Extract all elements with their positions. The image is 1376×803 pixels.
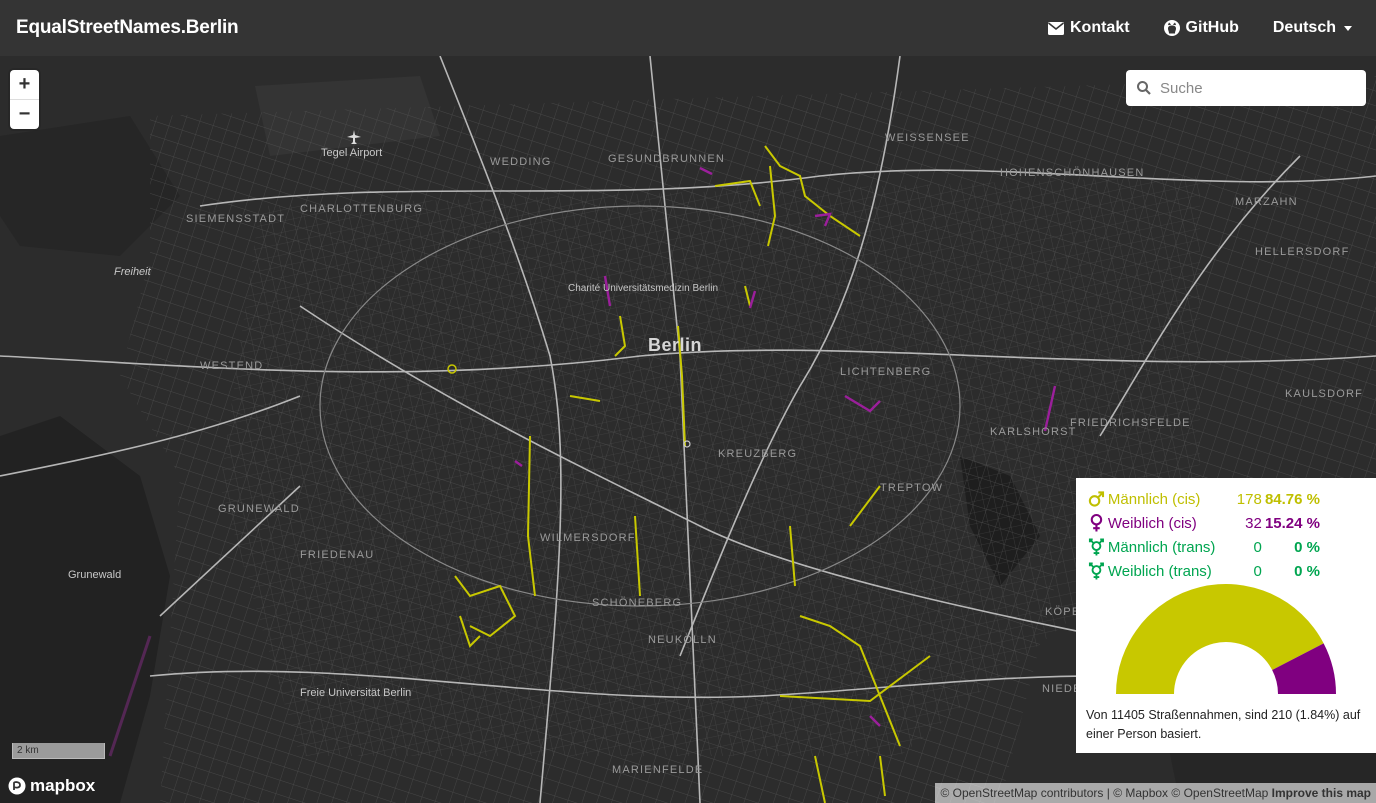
stat-row-male-cis: Männlich (cis) 178 84.76 % [1088, 488, 1320, 510]
map-label-karlshorst: KARLSHORST [990, 426, 1077, 438]
map-label-marzahn: MARZAHN [1235, 196, 1298, 208]
map-scale: 2 km [12, 743, 105, 759]
map-label-hohenschoenhausen: HOHENSCHÖNHAUSEN [1000, 167, 1145, 179]
stat-label: Männlich (trans) [1107, 538, 1216, 556]
map-label-berlin: Berlin [648, 335, 703, 355]
summary-text: Von 11405 Straßennahmen, sind 210 (1.84%… [1086, 708, 1361, 741]
map-label-treptow: TREPTOW [880, 482, 944, 494]
stat-percent: 0 % [1294, 562, 1320, 580]
improve-map-link[interactable]: Improve this map [1272, 786, 1371, 800]
map-label-neukoelln: NEUKÖLLN [648, 634, 717, 646]
zoom-control: + − [10, 70, 39, 129]
attribution-osm-link[interactable]: © OpenStreetMap contributors [940, 786, 1103, 800]
map-label-kaulsdorf: KAULSDORF [1285, 388, 1364, 400]
github-link[interactable]: GitHub [1163, 19, 1239, 37]
github-label: GitHub [1185, 19, 1239, 36]
contact-label: Kontakt [1069, 19, 1130, 36]
map-label-schoeneberg: SCHÖNEBERG [592, 597, 683, 609]
map-label-grunewald: Grunewald [68, 569, 122, 581]
stat-row-female-trans: Weiblich (trans) 0 0 % [1088, 560, 1320, 582]
attribution-osm2-link[interactable]: © OpenStreetMap [1171, 786, 1268, 800]
github-icon [1163, 20, 1180, 36]
map-label-freie-universitaet: Freie Universität Berlin [300, 687, 412, 699]
transgender-icon [1088, 538, 1104, 556]
map-label-gesundbrunnen: GESUNDBRUNNEN [608, 153, 726, 165]
nav-links: Kontakt GitHub Deutsch [1047, 0, 1352, 56]
search-input[interactable] [1158, 78, 1352, 98]
map-label-grunewald-district: GRUNEWALD [218, 503, 300, 515]
stat-percent: 15.24 % [1264, 514, 1320, 532]
gender-gauge-chart [1116, 584, 1336, 694]
top-navbar: EqualStreetNames.Berlin Kontakt GitHub D… [0, 0, 1376, 56]
map-label-lichtenberg: LICHTENBERG [840, 366, 932, 378]
mapbox-logo[interactable]: mapbox [8, 776, 95, 796]
search-box [1126, 70, 1366, 106]
chevron-down-icon [1344, 25, 1352, 31]
map-label-tegel-airport: Tegel Airport [321, 147, 383, 159]
map-label-freiheit: Freiheit [114, 266, 151, 278]
stat-row-male-trans: Männlich (trans) 0 0 % [1088, 536, 1320, 558]
site-brand[interactable]: EqualStreetNames.Berlin [16, 17, 239, 39]
attribution-mapbox-link[interactable]: © Mapbox [1113, 786, 1168, 800]
female-icon [1090, 513, 1103, 532]
map-label-westend: WESTEND [200, 360, 264, 372]
zoom-out-button[interactable]: − [10, 99, 39, 129]
transgender-icon [1088, 562, 1104, 580]
map-label-friedenau: FRIEDENAU [300, 549, 375, 561]
map-label-wilmersdorf: WILMERSDORF [540, 532, 636, 544]
stat-count: 178 [1236, 490, 1262, 508]
stat-label: Weiblich (cis) [1107, 514, 1197, 532]
mapbox-logo-text: mapbox [30, 776, 96, 795]
stat-count: 0 [1253, 562, 1262, 580]
language-label: Deutsch [1272, 19, 1336, 36]
attribution-separator: | [1103, 786, 1114, 800]
zoom-in-button[interactable]: + [10, 70, 39, 99]
mapbox-icon [8, 777, 26, 795]
stat-row-female-cis: Weiblich (cis) 32 15.24 % [1088, 512, 1320, 534]
contact-link[interactable]: Kontakt [1047, 19, 1130, 37]
map-label-charite: Charité Universitätsmedizin Berlin [568, 283, 719, 294]
map-label-friedrichsfelde: FRIEDRICHSFELDE [1070, 417, 1191, 429]
statistics-panel: Männlich (cis) 178 84.76 % Weiblich (cis… [1076, 478, 1376, 753]
search-icon [1137, 81, 1151, 95]
map-label-charlottenburg: CHARLOTTENBURG [300, 203, 424, 215]
male-icon [1088, 491, 1105, 507]
envelope-icon [1047, 21, 1064, 35]
map-label-marienfelde: MARIENFELDE [612, 764, 704, 776]
language-dropdown[interactable]: Deutsch [1273, 19, 1352, 37]
map-label-wedding: WEDDING [490, 156, 552, 168]
map-label-siemensstadt: SIEMENSSTADT [186, 213, 286, 225]
stat-label: Weiblich (trans) [1107, 562, 1212, 580]
map-label-weissensee: WEISSENSEE [885, 132, 970, 144]
map-label-hellersdorf: HELLERSDORF [1255, 246, 1350, 258]
stat-count: 0 [1253, 538, 1262, 556]
map-label-kreuzberg: KREUZBERG [718, 448, 798, 460]
map-attribution: © OpenStreetMap contributors | © Mapbox … [935, 783, 1376, 803]
street-map[interactable]: Tegel Airport WEDDING GESUNDBRUNNEN WEIS… [0, 56, 1376, 803]
stat-count: 32 [1245, 514, 1262, 532]
airport-icon [347, 130, 361, 144]
stat-percent: 84.76 % [1264, 490, 1320, 508]
stat-label: Männlich (cis) [1107, 490, 1201, 508]
stat-percent: 0 % [1294, 538, 1320, 556]
